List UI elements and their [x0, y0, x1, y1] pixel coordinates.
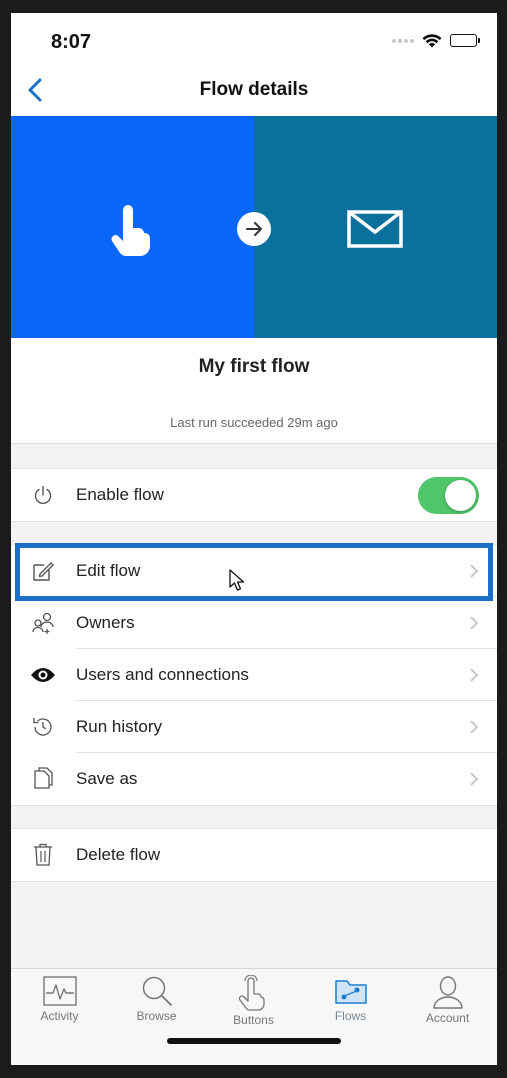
touch-icon — [238, 975, 265, 1011]
last-run-status: Last run succeeded 29m ago — [170, 415, 338, 430]
search-icon — [142, 976, 172, 1006]
flow-name: My first flow — [198, 356, 310, 377]
tab-label: Flows — [334, 1009, 367, 1023]
enable-flow-row: Enable flow — [11, 469, 497, 521]
owners-icon — [30, 610, 56, 636]
status-bar: 8:07 — [11, 13, 497, 65]
trash-icon — [30, 842, 56, 868]
menu-item-label: Save as — [76, 769, 138, 788]
chevron-right-icon — [470, 720, 479, 734]
status-icons — [392, 33, 480, 48]
tab-flows[interactable]: Flows — [302, 975, 399, 1035]
chevron-right-icon — [470, 616, 479, 630]
touch-icon — [111, 205, 150, 256]
tab-bar: Activity Browse Buttons Flows Account — [11, 968, 497, 1065]
delete-flow-label: Delete flow — [76, 845, 161, 864]
chevron-right-icon — [470, 772, 479, 786]
tab-browse[interactable]: Browse — [108, 975, 205, 1035]
mail-icon — [347, 210, 403, 248]
battery-icon — [450, 34, 480, 47]
menu-item-save-as[interactable]: Save as — [11, 753, 497, 805]
mouse-pointer-icon — [229, 569, 245, 591]
tab-account[interactable]: Account — [399, 975, 496, 1035]
chevron-right-icon — [470, 668, 479, 682]
status-time: 8:07 — [51, 31, 92, 53]
copy-icon — [30, 766, 56, 792]
menu-item-label: Users and connections — [76, 665, 249, 684]
power-icon — [30, 482, 56, 508]
navigation-bar: Flow details — [11, 65, 497, 116]
account-icon — [432, 976, 463, 1009]
edit-flow-highlight — [15, 543, 493, 601]
menu-item-label: Run history — [76, 717, 162, 736]
tab-label: Buttons — [233, 1013, 274, 1027]
delete-section: Delete flow — [11, 828, 497, 882]
tab-buttons[interactable]: Buttons — [205, 975, 302, 1035]
enable-section: Enable flow — [11, 468, 497, 522]
home-indicator[interactable] — [167, 1038, 341, 1044]
tab-label: Account — [425, 1011, 470, 1025]
device-frame: 8:07 Flow details My first flow Last run… — [0, 0, 507, 1078]
menu-item-run-history[interactable]: Run history — [11, 701, 497, 753]
activity-icon — [42, 976, 77, 1006]
page-title: Flow details — [199, 79, 309, 100]
menu-item-users-connections[interactable]: Users and connections — [11, 649, 497, 701]
signal-icon — [392, 38, 414, 43]
history-icon — [30, 714, 56, 740]
flow-hero-banner — [11, 116, 497, 338]
menu-item-label: Owners — [76, 613, 135, 632]
tab-label: Activity — [40, 1009, 79, 1023]
flows-icon — [334, 980, 367, 1004]
menu-item-owners[interactable]: Owners — [11, 597, 497, 649]
flow-info: My first flow Last run succeeded 29m ago — [11, 338, 497, 444]
tab-label: Browse — [136, 1009, 177, 1023]
tab-activity[interactable]: Activity — [11, 975, 108, 1035]
wifi-icon — [422, 34, 442, 48]
flow-arrow-icon — [237, 212, 271, 246]
eye-icon — [30, 662, 56, 688]
phone-screen: 8:07 Flow details My first flow Last run… — [11, 13, 497, 1065]
enable-flow-label: Enable flow — [76, 485, 164, 504]
delete-flow-row[interactable]: Delete flow — [11, 829, 497, 881]
enable-flow-toggle[interactable] — [418, 477, 479, 514]
